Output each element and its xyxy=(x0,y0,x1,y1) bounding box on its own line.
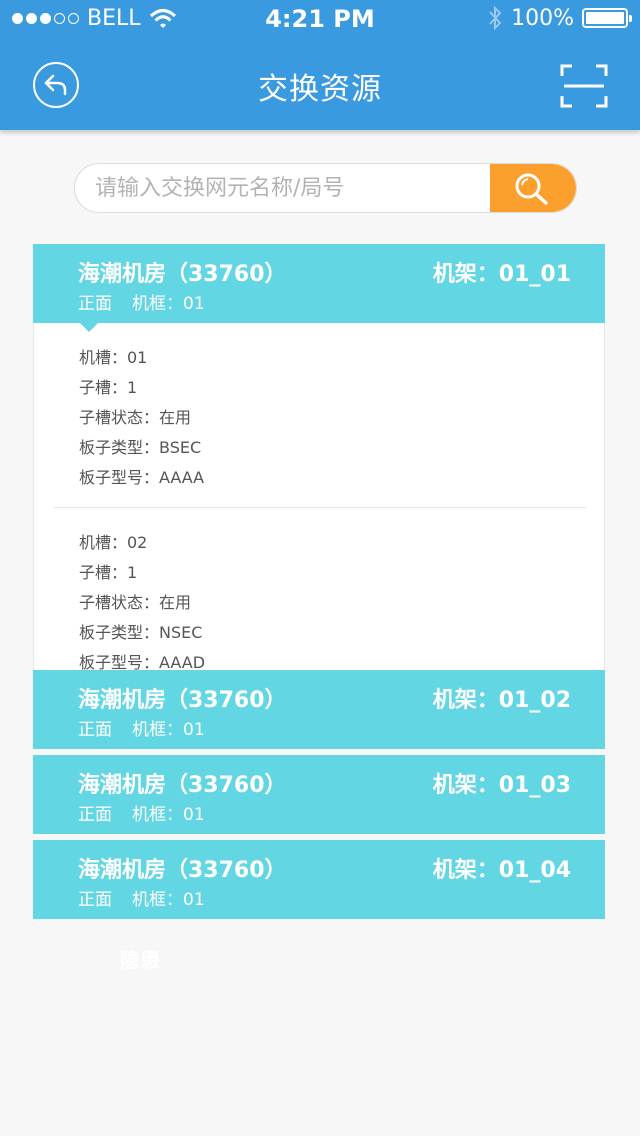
page-title: 交换资源 xyxy=(258,72,382,107)
rack-card: 海潮机房（33760） 机架：01_02 正面 机框：01 xyxy=(33,670,605,749)
search-icon xyxy=(515,173,548,205)
board-type: 板子类型：NSEC xyxy=(79,623,203,642)
rack-card: 海潮机房（33760） 机架：01_04 正面 机框：01 xyxy=(33,840,605,919)
slot-item: 机槽：02 子槽：1 子槽状态：在用 板子类型：NSEC 板子型号：AAAD xyxy=(54,507,586,692)
search-input[interactable] xyxy=(75,164,493,212)
rack-number: 机架：01_03 xyxy=(432,773,571,798)
rack-frame: 机框：01 xyxy=(132,720,205,740)
rack-card-header[interactable]: 海潮机房（33760） 机架：01_02 正面 机框：01 xyxy=(33,670,605,749)
room-name: 海潮机房（33760） xyxy=(78,773,287,798)
rack-card-body: 机槽：01 子槽：1 子槽状态：在用 板子类型：BSEC 板子型号：AAAA 机… xyxy=(33,323,605,692)
rack-subinfo: 正面 机框：01 xyxy=(78,800,205,825)
rack-subinfo: 正面 机框：01 xyxy=(78,715,205,740)
search-bar xyxy=(74,163,577,213)
slot-item: 机槽：01 子槽：1 子槽状态：在用 板子类型：BSEC 板子型号：AAAA xyxy=(34,323,604,507)
rack-card-header[interactable]: 海潮机房（33760） 机架：01_04 正面 机框：01 xyxy=(33,840,605,919)
room-name: 海潮机房（33760） xyxy=(78,858,287,883)
rack-subinfo: 正面 机框：01 xyxy=(78,885,205,910)
rack-number: 机架：01_01 xyxy=(432,262,571,287)
rack-frame: 机框：01 xyxy=(132,890,205,910)
battery-percent: 100% xyxy=(511,5,574,31)
bluetooth-icon xyxy=(489,5,502,31)
app-header: BELL 4:21 PM 100% 交换资源 xyxy=(0,0,640,130)
search-button[interactable] xyxy=(490,164,576,212)
rack-card: 海潮机房（33760） 机架：01_01 正面 机框：01 机槽：01 子槽：1 … xyxy=(33,244,605,692)
subslot-number: 子槽：1 xyxy=(79,378,138,397)
rack-frame: 机框：01 xyxy=(132,805,205,825)
expand-pointer-icon xyxy=(80,323,98,332)
rack-number: 机架：01_02 xyxy=(432,688,571,713)
slot-number: 机槽：01 xyxy=(79,348,148,367)
rack-number: 机架：01_04 xyxy=(432,858,571,883)
subslot-status: 子槽状态：在用 xyxy=(79,593,192,612)
status-right: 100% xyxy=(487,5,632,31)
slot-number: 机槽：02 xyxy=(79,533,148,552)
rack-side: 正面 xyxy=(78,805,112,825)
room-name: 海潮机房（33760） xyxy=(78,262,287,287)
board-model: 板子型号：AAAA xyxy=(79,468,205,487)
rack-side: 正面 xyxy=(78,720,112,740)
rack-frame: 机框：01 xyxy=(132,294,205,314)
board-type: 板子类型：BSEC xyxy=(79,438,202,457)
battery-icon xyxy=(582,8,632,28)
rack-card: 海潮机房（33760） 机架：01_03 正面 机框：01 xyxy=(33,755,605,834)
status-bar: BELL 4:21 PM 100% xyxy=(0,0,640,40)
rack-subinfo: 正面 机框：01 xyxy=(78,289,205,314)
rack-side: 正面 xyxy=(78,294,112,314)
subslot-status: 子槽状态：在用 xyxy=(79,408,192,427)
rack-side: 正面 xyxy=(78,890,112,910)
scan-icon[interactable] xyxy=(560,64,608,108)
footer-text: 隐患 xyxy=(120,948,160,972)
room-name: 海潮机房（33760） xyxy=(78,688,287,713)
rack-card-header[interactable]: 海潮机房（33760） 机架：01_01 正面 机框：01 xyxy=(33,244,605,332)
nav-bar: 交换资源 xyxy=(0,40,640,130)
rack-card-header[interactable]: 海潮机房（33760） 机架：01_03 正面 机框：01 xyxy=(33,755,605,834)
subslot-number: 子槽：1 xyxy=(79,563,138,582)
